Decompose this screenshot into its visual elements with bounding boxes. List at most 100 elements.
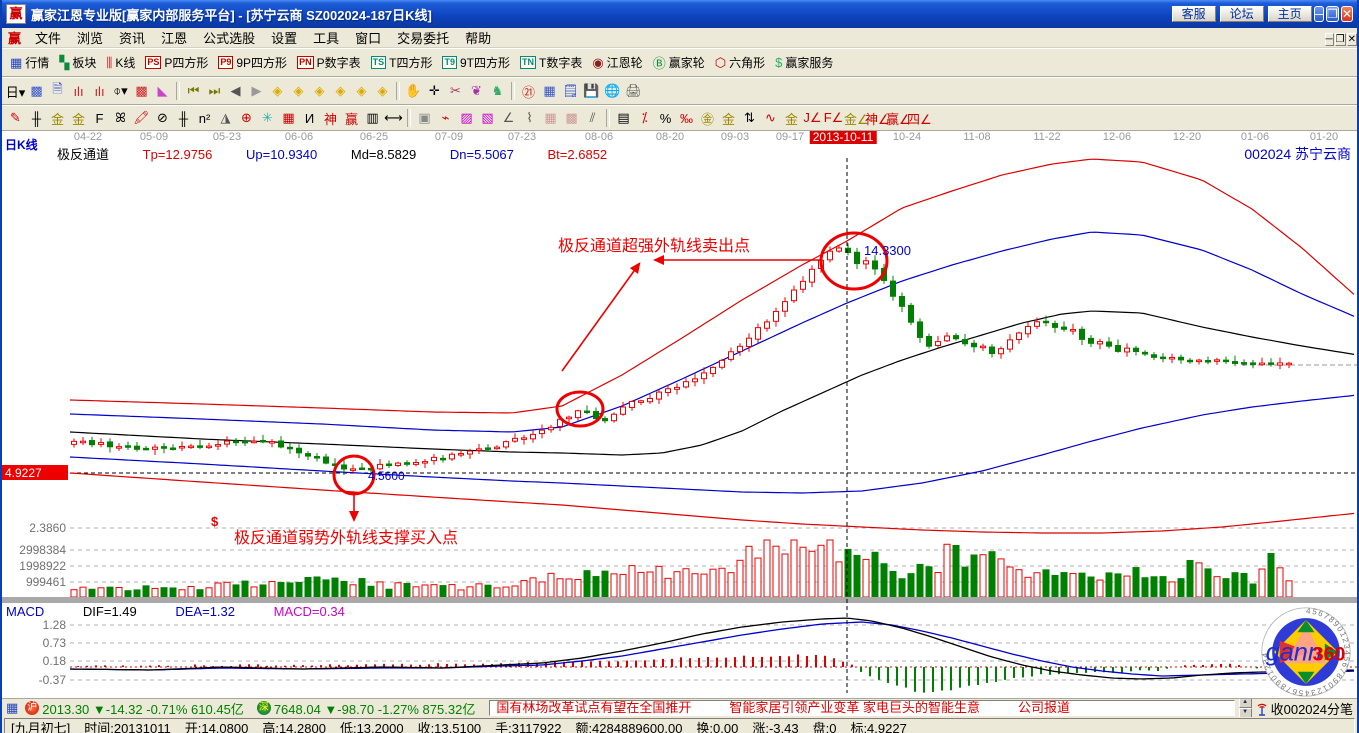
tool-icon[interactable]: ✛: [424, 83, 445, 99]
tool-icon[interactable]: ◈: [330, 83, 351, 99]
tool-icon[interactable]: 🗒: [560, 83, 581, 99]
tool-icon[interactable]: ◣: [152, 83, 173, 99]
tool-icon[interactable]: ◮: [215, 110, 236, 126]
tool-icon[interactable]: ꕤ: [110, 110, 131, 126]
tool-icon[interactable]: ▨: [456, 110, 477, 126]
toolbar-button-T四方形[interactable]: TST四方形: [367, 53, 437, 72]
tool-icon[interactable]: ▩: [561, 110, 582, 126]
tick-feed-label[interactable]: 收002024分笔: [1271, 699, 1353, 718]
tool-icon[interactable]: ✂: [445, 83, 466, 99]
spinner-up-icon[interactable]: ▲: [1239, 698, 1252, 708]
tool-icon[interactable]: ⌽▾: [110, 83, 131, 99]
tool-icon[interactable]: 金: [781, 109, 802, 128]
toolbar-button-行情[interactable]: ▦行情: [6, 53, 53, 72]
tool-icon[interactable]: 🗎: [47, 80, 68, 102]
tool-icon[interactable]: ‰: [676, 111, 697, 126]
tool-icon[interactable]: 日▾: [5, 82, 26, 101]
toolbar-button-板块[interactable]: ▚板块: [55, 53, 100, 72]
toolbar-button-T数字表[interactable]: TNT数字表: [516, 53, 586, 72]
tool-icon[interactable]: ▧: [477, 110, 498, 126]
tool-icon[interactable]: 神: [320, 109, 341, 128]
titlebar-button-客服[interactable]: 客服: [1172, 6, 1216, 22]
tool-icon[interactable]: 金: [68, 109, 89, 128]
news-item[interactable]: 智能家居引领产业变革 家电巨头的智能生意: [729, 700, 980, 715]
tool-icon[interactable]: ⌇: [519, 110, 540, 126]
tool-icon[interactable]: ▶: [246, 83, 267, 99]
tool-icon[interactable]: 🌐: [602, 83, 623, 99]
tool-icon[interactable]: ▦: [540, 110, 561, 126]
menu-item-工具[interactable]: 工具: [305, 31, 347, 46]
toolbar-button-六角形[interactable]: ⬡六角形: [711, 53, 769, 72]
menu-item-江恩[interactable]: 江恩: [153, 31, 195, 46]
tool-icon[interactable]: 🖨: [623, 83, 644, 99]
tool-icon[interactable]: 四∠: [907, 109, 928, 128]
tool-icon[interactable]: ✋: [403, 83, 424, 99]
tool-icon[interactable]: ⏮: [183, 83, 204, 99]
tool-icon[interactable]: F∠: [823, 110, 844, 126]
tool-icon[interactable]: ⟷: [383, 110, 404, 126]
menu-item-窗口[interactable]: 窗口: [347, 31, 389, 46]
tool-icon[interactable]: ◀: [225, 83, 246, 99]
tool-icon[interactable]: ✳: [257, 110, 278, 126]
tool-icon[interactable]: ㊎: [697, 109, 718, 128]
menu-item-文件[interactable]: 文件: [27, 31, 69, 46]
menu-item-设置[interactable]: 设置: [263, 31, 305, 46]
tool-icon[interactable]: ⇅: [739, 110, 760, 126]
news-item[interactable]: 国有林场改革试点有望在全国推开: [496, 700, 691, 715]
tool-icon[interactable]: %: [655, 111, 676, 126]
tool-icon[interactable]: 金∠: [844, 109, 865, 128]
tool-icon[interactable]: 赢: [341, 109, 362, 128]
tool-icon[interactable]: ▩: [131, 83, 152, 99]
tool-icon[interactable]: n²: [194, 111, 215, 126]
tool-icon[interactable]: ⊕: [236, 110, 257, 126]
tool-icon[interactable]: ◈: [351, 83, 372, 99]
toolbar-button-P数字表[interactable]: PNP数字表: [293, 53, 365, 72]
tool-icon[interactable]: ◈: [372, 83, 393, 99]
tool-icon[interactable]: 🖍: [131, 110, 152, 126]
quote-table-icon[interactable]: ▦: [6, 700, 18, 716]
tool-icon[interactable]: ⫽: [582, 110, 603, 126]
tool-icon[interactable]: 神∠: [865, 109, 886, 128]
tool-icon[interactable]: ∿: [760, 110, 781, 126]
toolbar-button-江恩轮[interactable]: ◉江恩轮: [588, 53, 646, 72]
tool-icon[interactable]: ▦: [278, 110, 299, 126]
menu-item-交易委托[interactable]: 交易委托: [389, 31, 457, 46]
tool-icon[interactable]: ◈: [309, 83, 330, 99]
tool-icon[interactable]: ⁒: [634, 110, 655, 126]
tool-icon[interactable]: ╫: [26, 111, 47, 126]
tool-icon[interactable]: ✎: [5, 110, 26, 126]
toolbar-button-9T四方形[interactable]: T99T四方形: [438, 53, 514, 72]
tool-icon[interactable]: ◈: [267, 83, 288, 99]
tool-icon[interactable]: 金: [718, 109, 739, 128]
child-minimize-button[interactable]: ─: [1325, 33, 1334, 46]
tool-icon[interactable]: ◈: [288, 83, 309, 99]
toolbar-button-9P四方形[interactable]: P99P四方形: [214, 53, 291, 72]
tool-icon[interactable]: ılı: [89, 84, 110, 99]
tool-icon[interactable]: ⌁: [435, 110, 456, 126]
tool-icon[interactable]: ▣: [414, 110, 435, 126]
tool-icon[interactable]: ▤: [613, 110, 634, 126]
tool-icon[interactable]: 金: [47, 109, 68, 128]
menu-item-帮助[interactable]: 帮助: [457, 31, 499, 46]
titlebar-button-论坛[interactable]: 论坛: [1220, 6, 1264, 22]
tool-icon[interactable]: ∠: [498, 110, 519, 126]
titlebar-button-主页[interactable]: 主页: [1268, 6, 1312, 22]
news-spinner[interactable]: ▲▼: [1239, 698, 1252, 717]
toolbar-button-P四方形[interactable]: PSP四方形: [141, 53, 212, 72]
menu-item-浏览[interactable]: 浏览: [69, 31, 111, 46]
tool-icon[interactable]: ⏭: [204, 83, 225, 99]
tool-icon[interactable]: И: [299, 111, 320, 126]
tool-icon[interactable]: 💾: [581, 83, 602, 99]
tool-icon[interactable]: ❦: [466, 83, 487, 99]
child-close-button[interactable]: ✕: [1347, 33, 1357, 46]
toolbar-button-赢家服务[interactable]: $赢家服务: [771, 53, 837, 72]
tool-icon[interactable]: F: [89, 111, 110, 126]
tool-icon[interactable]: ▦: [539, 83, 560, 99]
tool-icon[interactable]: J∠: [802, 110, 823, 126]
tool-icon[interactable]: ╫: [173, 111, 194, 126]
news-item[interactable]: 公司报道: [1018, 700, 1070, 715]
tool-icon[interactable]: ▩: [26, 83, 47, 99]
toolbar-button-赢家轮[interactable]: Ⓑ赢家轮: [649, 52, 709, 73]
restore-button[interactable]: ❐: [1326, 6, 1339, 22]
menu-item-公式选股[interactable]: 公式选股: [195, 31, 263, 46]
